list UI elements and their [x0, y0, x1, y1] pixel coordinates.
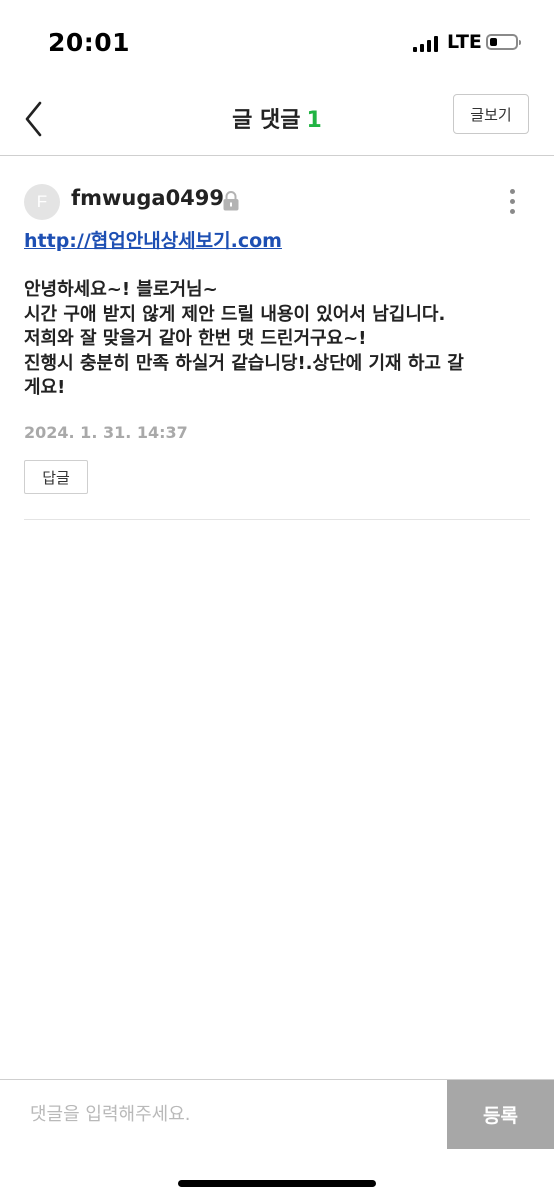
comment-author[interactable]: fmwuga0499	[71, 186, 224, 210]
comment-count: 1	[306, 108, 322, 133]
comment-text-line: 게요!	[24, 377, 66, 398]
divider	[24, 519, 530, 520]
network-type: LTE	[447, 31, 482, 53]
nav-header: 글 댓글 1 글보기	[0, 88, 554, 156]
battery-level	[490, 38, 497, 46]
lock-icon	[223, 191, 239, 211]
avatar: F	[24, 184, 60, 220]
cellular-signal-icon	[413, 36, 439, 52]
reply-button[interactable]: 답글	[24, 460, 88, 494]
comment-text-line: 저희와 잘 맞을거 같아 한번 댓 드린거구요~!	[24, 328, 367, 349]
home-indicator	[178, 1180, 376, 1187]
comment-input[interactable]	[0, 1080, 447, 1149]
comment-date: 2024. 1. 31. 14:37	[24, 423, 188, 442]
comment-text-line: 진행시 충분히 만족 하실거 같습니당!.상단에 기재 하고 갈	[24, 352, 464, 374]
comment-link[interactable]: http://협업안내상세보기.com	[24, 226, 282, 253]
status-bar: 20:01 LTE	[0, 0, 554, 88]
view-post-button[interactable]: 글보기	[453, 94, 529, 134]
page-title-text: 글 댓글	[232, 108, 301, 133]
comment-input-bar: 등록	[0, 1079, 554, 1149]
submit-button[interactable]: 등록	[447, 1080, 554, 1149]
comment-text-line: 시간 구애 받지 않게 제안 드릴 내용이 있어서 남깁니다.	[24, 303, 446, 325]
comment-body: 안녕하세요~! 블로거님~ 시간 구애 받지 않게 제안 드릴 내용이 있어서 …	[24, 278, 530, 401]
battery-icon	[486, 34, 521, 50]
status-time: 20:01	[48, 28, 131, 57]
comment-text-line: 안녕하세요~! 블로거님~	[24, 279, 218, 300]
more-vertical-icon[interactable]	[500, 184, 526, 218]
